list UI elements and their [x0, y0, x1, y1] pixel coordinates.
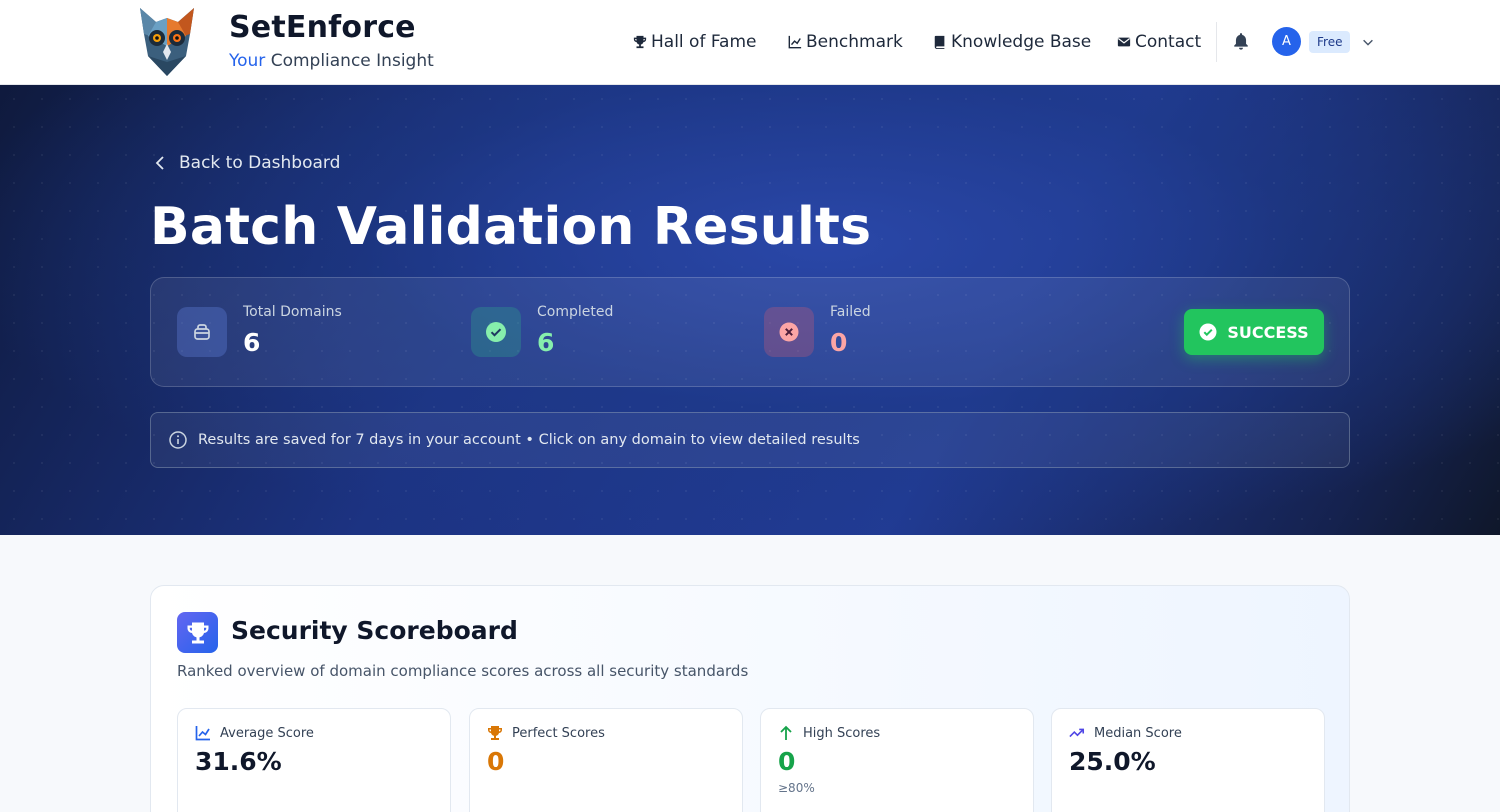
- chevron-left-icon: [155, 156, 164, 170]
- nav-contact[interactable]: Contact: [1117, 30, 1201, 54]
- scoreboard-subtitle: Ranked overview of domain compliance sco…: [177, 662, 749, 680]
- page-title: Batch Validation Results: [150, 197, 872, 257]
- nav-benchmark[interactable]: Benchmark: [788, 30, 903, 54]
- security-scoreboard: Security Scoreboard Ranked overview of d…: [150, 585, 1350, 812]
- trophy-icon: [177, 612, 218, 653]
- check-circle-icon: [1199, 323, 1217, 341]
- plan-badge: Free: [1309, 31, 1351, 53]
- arrow-up-icon: [780, 725, 792, 740]
- top-header: SetEnforce Your Compliance Insight Hall …: [0, 0, 1500, 85]
- hero-section: Back to Dashboard Batch Validation Resul…: [0, 85, 1500, 535]
- brand-name[interactable]: SetEnforce: [229, 10, 416, 45]
- book-icon: [934, 35, 945, 49]
- batch-stats-panel: Total Domains 6 Completed 6 Failed 0 SUC…: [150, 277, 1350, 387]
- chart-line-icon: [788, 35, 802, 49]
- bell-icon[interactable]: [1232, 32, 1250, 50]
- avatar[interactable]: A: [1272, 27, 1301, 56]
- card-median-score: Median Score 25.0%: [1051, 708, 1325, 812]
- scoreboard-title: Security Scoreboard: [231, 616, 518, 645]
- trending-up-icon: [1069, 728, 1085, 738]
- brand-tagline: Your Compliance Insight: [229, 51, 434, 71]
- chart-line-icon: [195, 726, 210, 741]
- envelope-icon: [1117, 37, 1131, 47]
- trophy-icon: [488, 726, 502, 740]
- layers-icon: [177, 307, 227, 357]
- back-to-dashboard-link[interactable]: Back to Dashboard: [152, 153, 340, 173]
- check-circle-icon: [471, 307, 521, 357]
- info-banner: Results are saved for 7 days in your acc…: [150, 412, 1350, 468]
- card-high-scores: High Scores 0 ≥80%: [760, 708, 1034, 812]
- header-divider: [1216, 22, 1217, 62]
- chevron-down-icon[interactable]: [1361, 35, 1375, 49]
- x-circle-icon: [764, 307, 814, 357]
- card-average-score: Average Score 31.6%: [177, 708, 451, 812]
- status-badge[interactable]: SUCCESS: [1184, 309, 1324, 355]
- trophy-icon: [633, 35, 647, 49]
- nav-knowledge-base[interactable]: Knowledge Base: [933, 30, 1091, 54]
- info-icon: [169, 431, 187, 449]
- owl-logo-icon[interactable]: [136, 6, 198, 78]
- card-perfect-scores: Perfect Scores 0: [469, 708, 743, 812]
- nav-hall-of-fame[interactable]: Hall of Fame: [633, 30, 757, 54]
